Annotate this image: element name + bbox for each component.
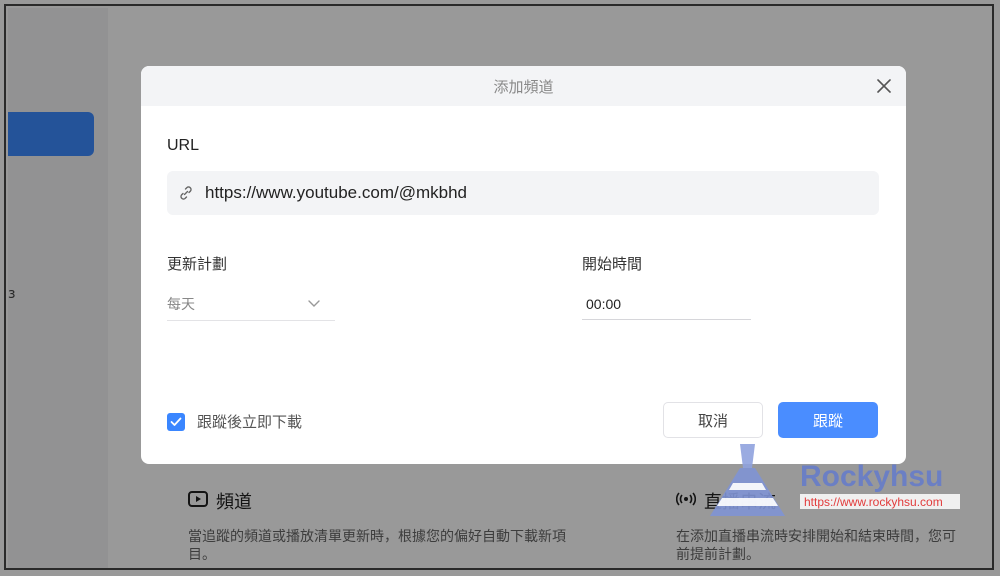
- close-icon: [877, 79, 891, 93]
- url-field[interactable]: [167, 171, 879, 215]
- cancel-button[interactable]: 取消: [663, 402, 763, 438]
- schedule-select-value: 每天: [167, 297, 195, 313]
- download-checkbox-row[interactable]: 跟蹤後立即下載: [167, 411, 302, 432]
- download-checkbox-label: 跟蹤後立即下載: [197, 413, 303, 431]
- schedule-label: 更新計劃: [167, 255, 228, 273]
- start-time-field[interactable]: [582, 288, 751, 320]
- url-label: URL: [167, 137, 200, 154]
- check-icon: [170, 417, 182, 426]
- download-checkbox[interactable]: [167, 412, 185, 431]
- link-icon: [180, 186, 192, 200]
- follow-button[interactable]: 跟蹤: [778, 402, 878, 438]
- close-button[interactable]: [874, 76, 894, 96]
- url-input[interactable]: [205, 183, 845, 203]
- dialog-header: 添加頻道: [141, 66, 906, 106]
- start-time-input[interactable]: [582, 295, 746, 312]
- schedule-select[interactable]: 每天: [167, 288, 335, 321]
- chevron-down-icon: [308, 300, 320, 307]
- dialog-title: 添加頻道: [493, 77, 554, 96]
- start-time-label: 開始時間: [582, 255, 643, 273]
- add-channel-dialog: 添加頻道 URL 更新計劃 每天 開始時間 跟蹤後立即下載 取消 跟蹤: [141, 66, 906, 464]
